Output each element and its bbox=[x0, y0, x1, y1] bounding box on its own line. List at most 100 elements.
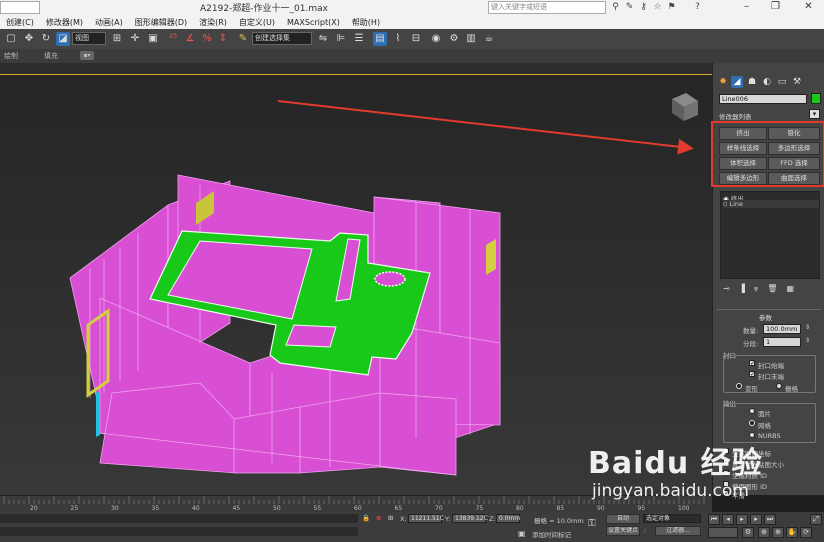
orbit-icon[interactable]: ⟳ bbox=[800, 527, 812, 538]
display-tab-icon[interactable]: ▭ bbox=[776, 76, 788, 88]
menu-customize[interactable]: 自定义(U) bbox=[239, 17, 275, 28]
transform-mode-icon[interactable]: ⊞ bbox=[388, 514, 393, 522]
schematic-view-icon[interactable]: ⊟ bbox=[409, 32, 423, 46]
snap-icon[interactable]: ²⁵ bbox=[166, 32, 180, 46]
time-tag-icon[interactable]: ▣ bbox=[518, 529, 526, 538]
modify-tab-icon[interactable]: ◢ bbox=[731, 76, 743, 88]
material-editor-icon[interactable]: ◉ bbox=[429, 32, 443, 46]
layer-icon[interactable]: ☰ bbox=[352, 32, 366, 46]
segments-spinner[interactable]: ⇕ bbox=[805, 337, 810, 344]
set-key-icon[interactable]: ⚿ bbox=[588, 518, 596, 529]
next-frame-icon[interactable]: ▸ bbox=[750, 514, 762, 525]
menu-graph-editors[interactable]: 图形编辑器(D) bbox=[135, 17, 187, 28]
pin-stack-icon[interactable]: ⊸ bbox=[723, 284, 739, 293]
menu-animation[interactable]: 动画(A) bbox=[95, 17, 123, 28]
maximize-viewport-icon[interactable]: ⤢ bbox=[810, 514, 822, 525]
mirror-icon[interactable]: ⇋ bbox=[316, 32, 330, 46]
select-manipulate-icon[interactable]: ✛ bbox=[128, 32, 142, 46]
remove-modifier-icon[interactable]: 🗑 bbox=[767, 284, 786, 293]
key-icon[interactable]: ⚷ bbox=[638, 2, 649, 13]
goto-end-icon[interactable]: ⏭ bbox=[764, 514, 776, 525]
star-icon[interactable]: ☆ bbox=[652, 2, 663, 13]
object-color-swatch[interactable] bbox=[811, 93, 821, 104]
close-icon[interactable]: ✕ bbox=[795, 0, 822, 15]
mesh-radio[interactable] bbox=[749, 420, 755, 426]
amount-field[interactable]: 100.0mm bbox=[763, 324, 801, 334]
amount-spinner[interactable]: ⇕ bbox=[805, 324, 810, 331]
pan-icon[interactable]: ✋ bbox=[786, 527, 798, 538]
x-coord-field[interactable]: 11211.51C bbox=[408, 514, 444, 523]
zoom-icon[interactable]: ⊕ bbox=[758, 527, 770, 538]
z-coord-field[interactable]: 0.0mm bbox=[496, 514, 520, 523]
make-unique-icon[interactable]: ⩔ bbox=[754, 284, 768, 293]
grid-radio[interactable] bbox=[776, 383, 782, 389]
keyboard-shortcut-icon[interactable]: ▣ bbox=[146, 32, 160, 46]
absolute-mode-icon[interactable]: ⊕ bbox=[376, 514, 381, 522]
motion-tab-icon[interactable]: ◐ bbox=[761, 76, 773, 88]
menu-rendering[interactable]: 渲染(R) bbox=[199, 17, 227, 28]
stack-item-line[interactable]: ▫ Line bbox=[723, 200, 819, 208]
community-icon[interactable]: ⚑ bbox=[666, 2, 677, 13]
menu-modifiers[interactable]: 修改器(M) bbox=[46, 17, 83, 28]
minimize-icon[interactable]: – bbox=[733, 0, 760, 15]
utilities-tab-icon[interactable]: ⚒ bbox=[791, 76, 803, 88]
curve-editor-icon[interactable]: ⌇ bbox=[391, 32, 405, 46]
configure-sets-icon[interactable]: ▦ bbox=[787, 284, 804, 293]
set-key-button[interactable]: 设置关键点 bbox=[606, 526, 640, 536]
align-icon[interactable]: ⊫ bbox=[334, 32, 348, 46]
cap-end-checkbox[interactable]: ✓ bbox=[749, 371, 755, 378]
auto-key-button[interactable]: 自动 bbox=[606, 514, 640, 524]
move-icon[interactable]: ✥ bbox=[22, 32, 36, 46]
render-setup-icon[interactable]: ⚙ bbox=[447, 32, 461, 46]
binoculars-icon[interactable]: ⚲ bbox=[610, 2, 621, 13]
reference-coord-dropdown[interactable]: 视图 bbox=[72, 32, 106, 45]
menu-create[interactable]: 创建(C) bbox=[6, 17, 34, 28]
search-input[interactable]: 键入关键字或短语 bbox=[488, 1, 606, 14]
angle-snap-icon[interactable]: ∡ bbox=[183, 32, 197, 46]
render-icon[interactable]: ☕ bbox=[482, 32, 496, 46]
workspace-dropdown[interactable] bbox=[0, 1, 40, 14]
time-config-icon[interactable]: ⚙ bbox=[742, 527, 754, 538]
edit-named-selection-icon[interactable]: ✎ bbox=[236, 32, 250, 46]
sign-in-icon[interactable]: ✎ bbox=[624, 2, 635, 13]
parameters-title[interactable]: 参数 bbox=[759, 312, 772, 322]
select-icon[interactable]: ▢ bbox=[4, 32, 18, 46]
prev-frame-icon[interactable]: ◂ bbox=[722, 514, 734, 525]
rotate-icon[interactable]: ↻ bbox=[39, 32, 53, 46]
menu-help[interactable]: 帮助(H) bbox=[352, 17, 380, 28]
scale-icon[interactable]: ◪ bbox=[56, 32, 70, 46]
modifier-list-dropdown[interactable]: ▾ bbox=[809, 109, 820, 119]
spinner-snap-icon[interactable]: ⇕ bbox=[216, 32, 230, 46]
key-filters-button[interactable]: 过滤器... bbox=[655, 526, 701, 536]
patch-radio[interactable] bbox=[749, 408, 755, 414]
y-coord-field[interactable]: 13839.12C bbox=[452, 514, 488, 523]
object-name-field[interactable]: Line006 bbox=[719, 94, 807, 104]
cap-start-checkbox[interactable]: ✓ bbox=[749, 360, 755, 367]
ribbon-options-icon[interactable]: ▪▾ bbox=[80, 51, 94, 60]
add-time-tag-button[interactable]: 添加时间标记 bbox=[532, 529, 571, 539]
perspective-viewport[interactable] bbox=[0, 63, 712, 495]
ribbon-tab-draw[interactable]: 绘制 bbox=[4, 51, 18, 61]
key-filters-icon[interactable]: ⁄ bbox=[644, 527, 645, 535]
morph-radio[interactable] bbox=[736, 383, 742, 389]
create-tab-icon[interactable]: ✸ bbox=[717, 76, 729, 88]
ribbon-tab-fill[interactable]: 填充 bbox=[44, 51, 58, 61]
help-icon[interactable]: ? bbox=[692, 2, 703, 13]
goto-start-icon[interactable]: ⏮ bbox=[708, 514, 720, 525]
maxscript-listener[interactable] bbox=[0, 514, 358, 523]
show-end-result-icon[interactable]: ▐ bbox=[739, 284, 754, 293]
scene-explorer-icon[interactable]: ▤ bbox=[373, 32, 387, 46]
lock-selection-icon[interactable]: 🔒 bbox=[362, 514, 370, 522]
nurbs-radio[interactable] bbox=[749, 432, 755, 438]
maximize-icon[interactable]: ❐ bbox=[762, 0, 789, 15]
render-frame-icon[interactable]: ▥ bbox=[464, 32, 478, 46]
current-frame-field[interactable] bbox=[708, 527, 738, 538]
pivot-icon[interactable]: ⊞ bbox=[110, 32, 124, 46]
named-selection-dropdown[interactable]: 创建选择集 bbox=[252, 32, 312, 45]
zoom-all-icon[interactable]: ⊕ bbox=[772, 527, 784, 538]
percent-snap-icon[interactable]: % bbox=[200, 32, 214, 46]
modifier-stack[interactable]: ◉ 挤出 ▫ Line bbox=[720, 191, 820, 279]
key-set-dropdown[interactable]: 选定对象 bbox=[643, 514, 701, 523]
segments-field[interactable]: 1 bbox=[763, 337, 801, 347]
hierarchy-tab-icon[interactable]: ☗ bbox=[746, 76, 758, 88]
